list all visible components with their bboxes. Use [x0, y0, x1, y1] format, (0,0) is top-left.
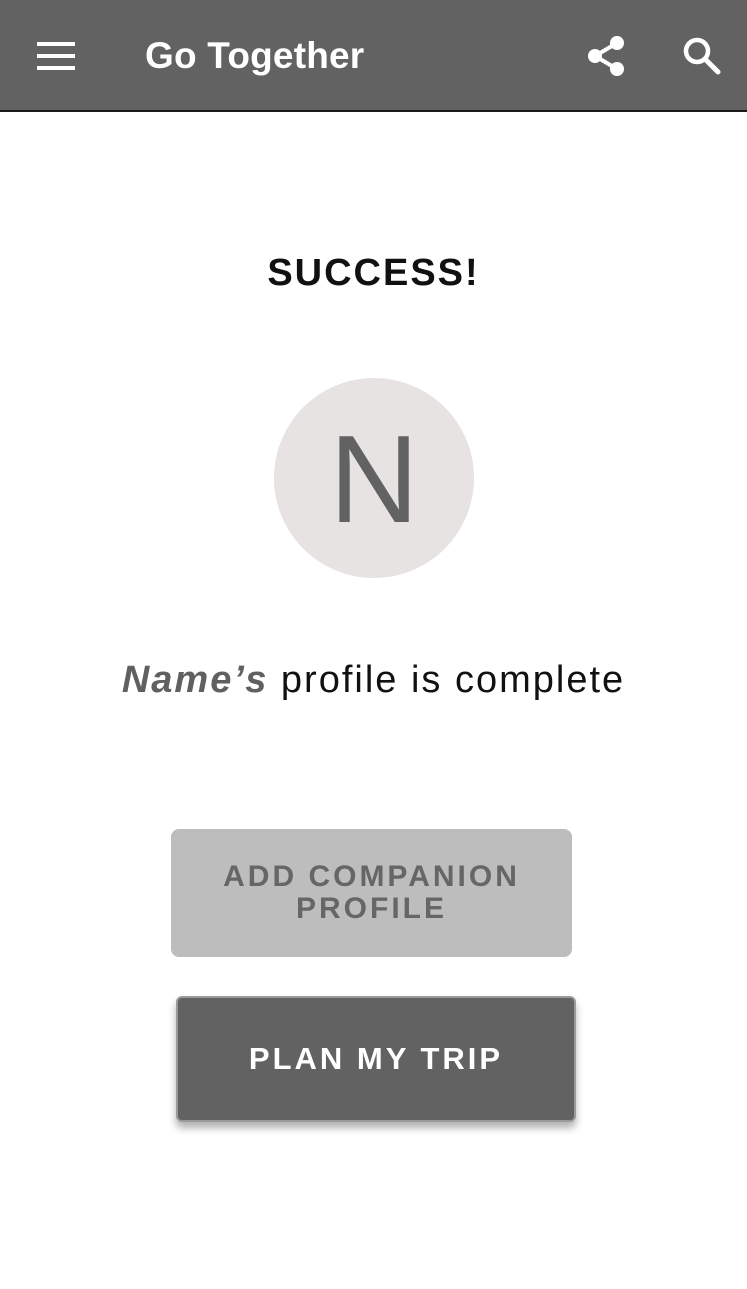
- hamburger-menu-icon: [37, 42, 75, 70]
- success-heading: SUCCESS!: [267, 252, 480, 294]
- avatar-initial: N: [329, 411, 419, 549]
- app-bar: Go Together: [0, 0, 747, 112]
- menu-button[interactable]: [22, 26, 90, 86]
- profile-status-message: Name’s profile is complete: [0, 654, 747, 706]
- plan-my-trip-button[interactable]: PLAN MY TRIP: [176, 996, 576, 1122]
- search-icon: [683, 37, 721, 75]
- share-icon: [588, 36, 624, 76]
- avatar: N: [274, 378, 474, 578]
- profile-status-text: profile is complete: [268, 659, 626, 701]
- search-button[interactable]: [672, 26, 732, 86]
- plan-my-trip-label: PLAN MY TRIP: [248, 1041, 504, 1076]
- profile-name: Name’s: [121, 659, 269, 701]
- add-companion-profile-button[interactable]: ADD COMPANION PROFILE: [171, 829, 572, 957]
- share-button[interactable]: [576, 26, 636, 86]
- app-title: Go Together: [145, 35, 365, 76]
- add-companion-profile-label: ADD COMPANION PROFILE: [223, 860, 520, 925]
